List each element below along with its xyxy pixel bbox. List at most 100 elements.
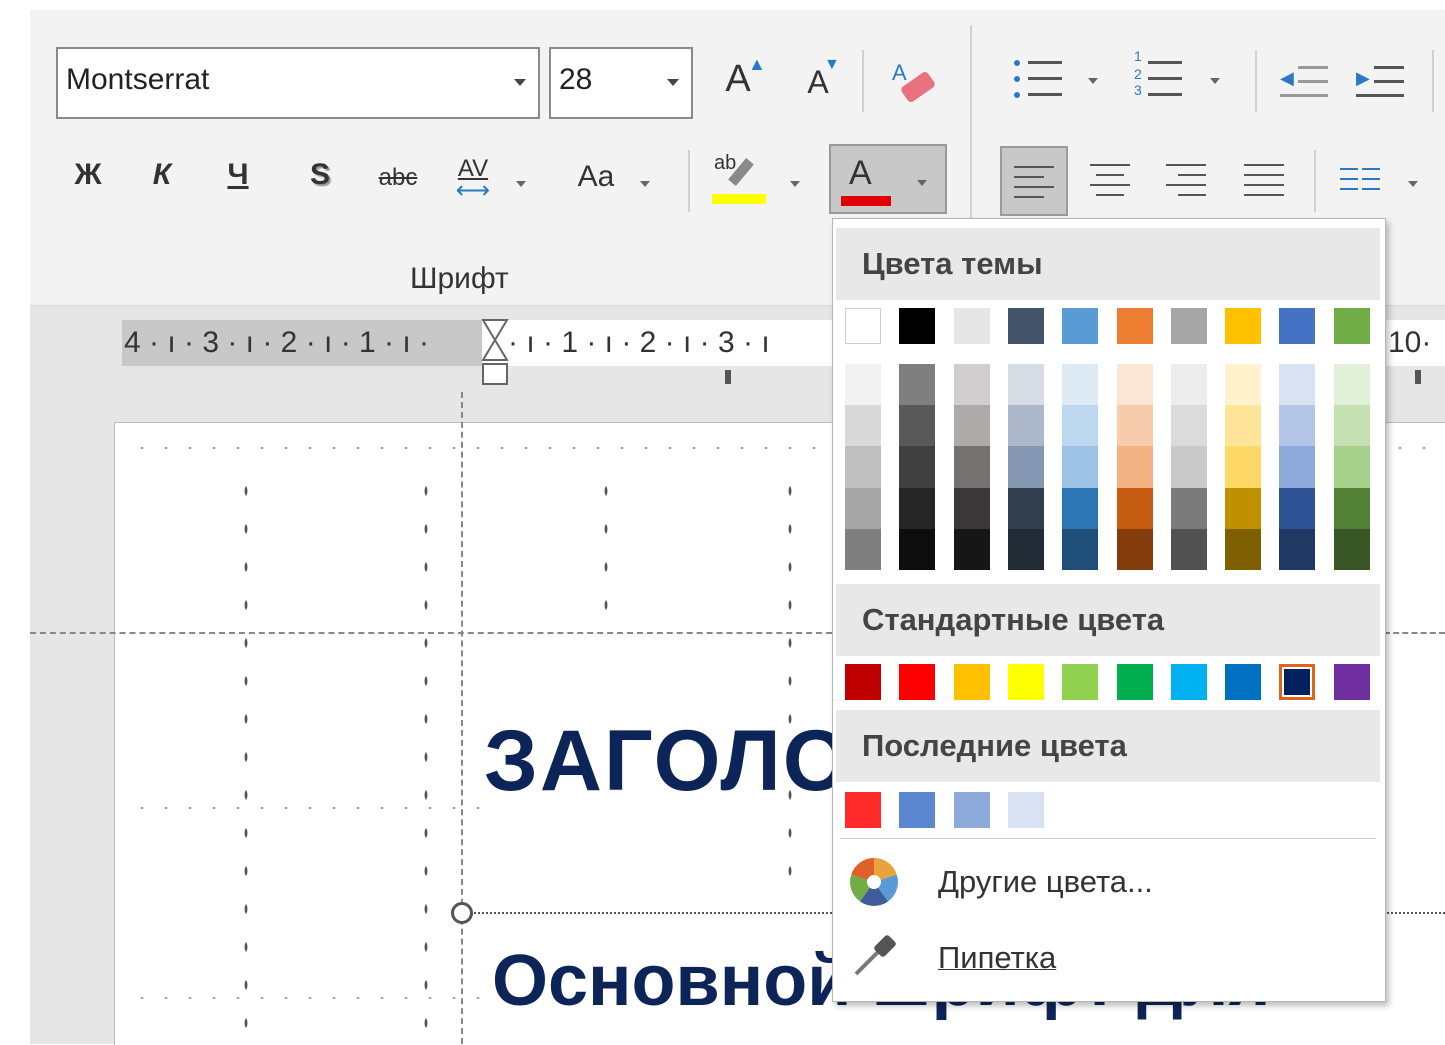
- theme-shade-swatch[interactable]: [1225, 364, 1262, 406]
- increase-indent-button[interactable]: ▶: [1356, 60, 1406, 104]
- chevron-down-icon[interactable]: [640, 181, 650, 187]
- theme-shade-swatch[interactable]: [899, 446, 936, 488]
- theme-shade-swatch[interactable]: [1333, 405, 1370, 447]
- theme-color-swatch[interactable]: [1225, 308, 1262, 344]
- character-spacing-button[interactable]: AV ⟷: [448, 150, 498, 206]
- theme-shade-swatch[interactable]: [1279, 487, 1316, 529]
- recent-color-swatch[interactable]: [845, 792, 881, 828]
- theme-shade-swatch[interactable]: [845, 405, 881, 447]
- theme-shade-swatch[interactable]: [1062, 364, 1099, 406]
- standard-color-swatch[interactable]: [1333, 664, 1370, 700]
- recent-color-swatch[interactable]: [953, 792, 990, 828]
- theme-shade-swatch[interactable]: [899, 364, 936, 406]
- chevron-down-icon[interactable]: [1088, 78, 1098, 84]
- more-colors-item[interactable]: Другие цвета...: [836, 848, 1380, 914]
- theme-shade-swatch[interactable]: [1333, 487, 1370, 529]
- rotation-handle[interactable]: [451, 902, 473, 924]
- standard-color-swatch[interactable]: [1225, 664, 1262, 700]
- standard-color-swatch[interactable]: [953, 664, 990, 700]
- theme-shade-swatch[interactable]: [953, 487, 990, 529]
- theme-shade-swatch[interactable]: [1170, 364, 1207, 406]
- theme-shade-swatch[interactable]: [845, 528, 881, 570]
- theme-shade-swatch[interactable]: [1170, 528, 1207, 570]
- theme-shade-swatch[interactable]: [1333, 364, 1370, 406]
- theme-shade-swatch[interactable]: [1333, 446, 1370, 488]
- theme-shade-swatch[interactable]: [953, 364, 990, 406]
- highlight-button[interactable]: ab: [712, 152, 766, 206]
- theme-shade-swatch[interactable]: [953, 528, 990, 570]
- theme-shade-swatch[interactable]: [1279, 446, 1316, 488]
- indent-marker[interactable]: [481, 318, 509, 386]
- guide-vertical[interactable]: [461, 392, 463, 1044]
- recent-color-swatch[interactable]: [1007, 792, 1044, 828]
- theme-shade-swatch[interactable]: [1007, 405, 1044, 447]
- theme-shade-swatch[interactable]: [1279, 405, 1316, 447]
- theme-shade-swatch[interactable]: [1062, 405, 1099, 447]
- standard-color-swatch[interactable]: [899, 664, 936, 700]
- theme-color-swatch[interactable]: [1116, 308, 1153, 344]
- standard-color-swatch[interactable]: [1116, 664, 1153, 700]
- italic-button[interactable]: К: [142, 158, 182, 192]
- theme-shade-swatch[interactable]: [1225, 487, 1262, 529]
- theme-shade-swatch[interactable]: [1225, 528, 1262, 570]
- theme-shade-swatch[interactable]: [1116, 364, 1153, 406]
- theme-shade-swatch[interactable]: [1225, 446, 1262, 488]
- theme-shade-swatch[interactable]: [1062, 528, 1099, 570]
- guide-horizontal[interactable]: [1384, 632, 1445, 634]
- standard-color-swatch[interactable]: [1170, 664, 1207, 700]
- theme-color-swatch[interactable]: [845, 308, 881, 344]
- theme-shade-swatch[interactable]: [899, 405, 936, 447]
- font-name-combo[interactable]: Montserrat: [56, 47, 540, 119]
- eyedropper-item[interactable]: Пипетка: [836, 924, 1380, 990]
- theme-color-swatch[interactable]: [899, 308, 936, 344]
- chevron-down-icon[interactable]: [516, 181, 526, 187]
- theme-shade-swatch[interactable]: [953, 405, 990, 447]
- theme-shade-swatch[interactable]: [899, 528, 936, 570]
- theme-shade-swatch[interactable]: [1116, 405, 1153, 447]
- theme-color-swatch[interactable]: [1062, 308, 1099, 344]
- change-case-button[interactable]: Aa: [568, 160, 624, 194]
- theme-shade-swatch[interactable]: [1279, 364, 1316, 406]
- bullets-button[interactable]: [1010, 54, 1080, 110]
- font-color-button[interactable]: A: [829, 144, 947, 214]
- theme-shade-swatch[interactable]: [1333, 528, 1370, 570]
- chevron-down-icon[interactable]: [790, 181, 800, 187]
- theme-color-swatch[interactable]: [1333, 308, 1370, 344]
- shrink-font-button[interactable]: A ▼: [798, 56, 840, 108]
- align-right-button[interactable]: [1162, 160, 1210, 200]
- theme-shade-swatch[interactable]: [1116, 446, 1153, 488]
- theme-color-swatch[interactable]: [1279, 308, 1316, 344]
- grow-font-button[interactable]: A ▲: [718, 54, 766, 108]
- theme-shade-swatch[interactable]: [1116, 528, 1153, 570]
- theme-color-swatch[interactable]: [1170, 308, 1207, 344]
- standard-color-swatch[interactable]: [1007, 664, 1044, 700]
- chevron-down-icon[interactable]: [667, 79, 679, 86]
- bold-button[interactable]: Ж: [66, 158, 110, 192]
- underline-button[interactable]: Ч: [218, 158, 258, 192]
- theme-shade-swatch[interactable]: [1007, 446, 1044, 488]
- theme-shade-swatch[interactable]: [1007, 487, 1044, 529]
- justify-button[interactable]: [1240, 160, 1288, 200]
- align-left-button[interactable]: [1000, 146, 1068, 216]
- font-size-combo[interactable]: 28: [549, 47, 693, 119]
- theme-color-swatch[interactable]: [1007, 308, 1044, 344]
- theme-shade-swatch[interactable]: [899, 487, 936, 529]
- theme-shade-swatch[interactable]: [845, 364, 881, 406]
- shadow-button[interactable]: S: [300, 158, 340, 192]
- theme-shade-swatch[interactable]: [1007, 528, 1044, 570]
- clear-formatting-button[interactable]: A: [886, 56, 942, 112]
- strikethrough-button[interactable]: abc: [370, 164, 426, 192]
- theme-shade-swatch[interactable]: [845, 487, 881, 529]
- theme-shade-swatch[interactable]: [1062, 487, 1099, 529]
- align-center-button[interactable]: [1086, 160, 1134, 200]
- theme-shade-swatch[interactable]: [1062, 446, 1099, 488]
- theme-shade-swatch[interactable]: [1007, 364, 1044, 406]
- decrease-indent-button[interactable]: ◀: [1280, 60, 1330, 104]
- recent-color-swatch[interactable]: [899, 792, 936, 828]
- theme-shade-swatch[interactable]: [953, 446, 990, 488]
- theme-shade-swatch[interactable]: [1279, 528, 1316, 570]
- columns-button[interactable]: [1340, 164, 1386, 200]
- standard-color-swatch[interactable]: [1279, 664, 1316, 700]
- guide-horizontal[interactable]: [30, 632, 832, 634]
- theme-shade-swatch[interactable]: [1170, 487, 1207, 529]
